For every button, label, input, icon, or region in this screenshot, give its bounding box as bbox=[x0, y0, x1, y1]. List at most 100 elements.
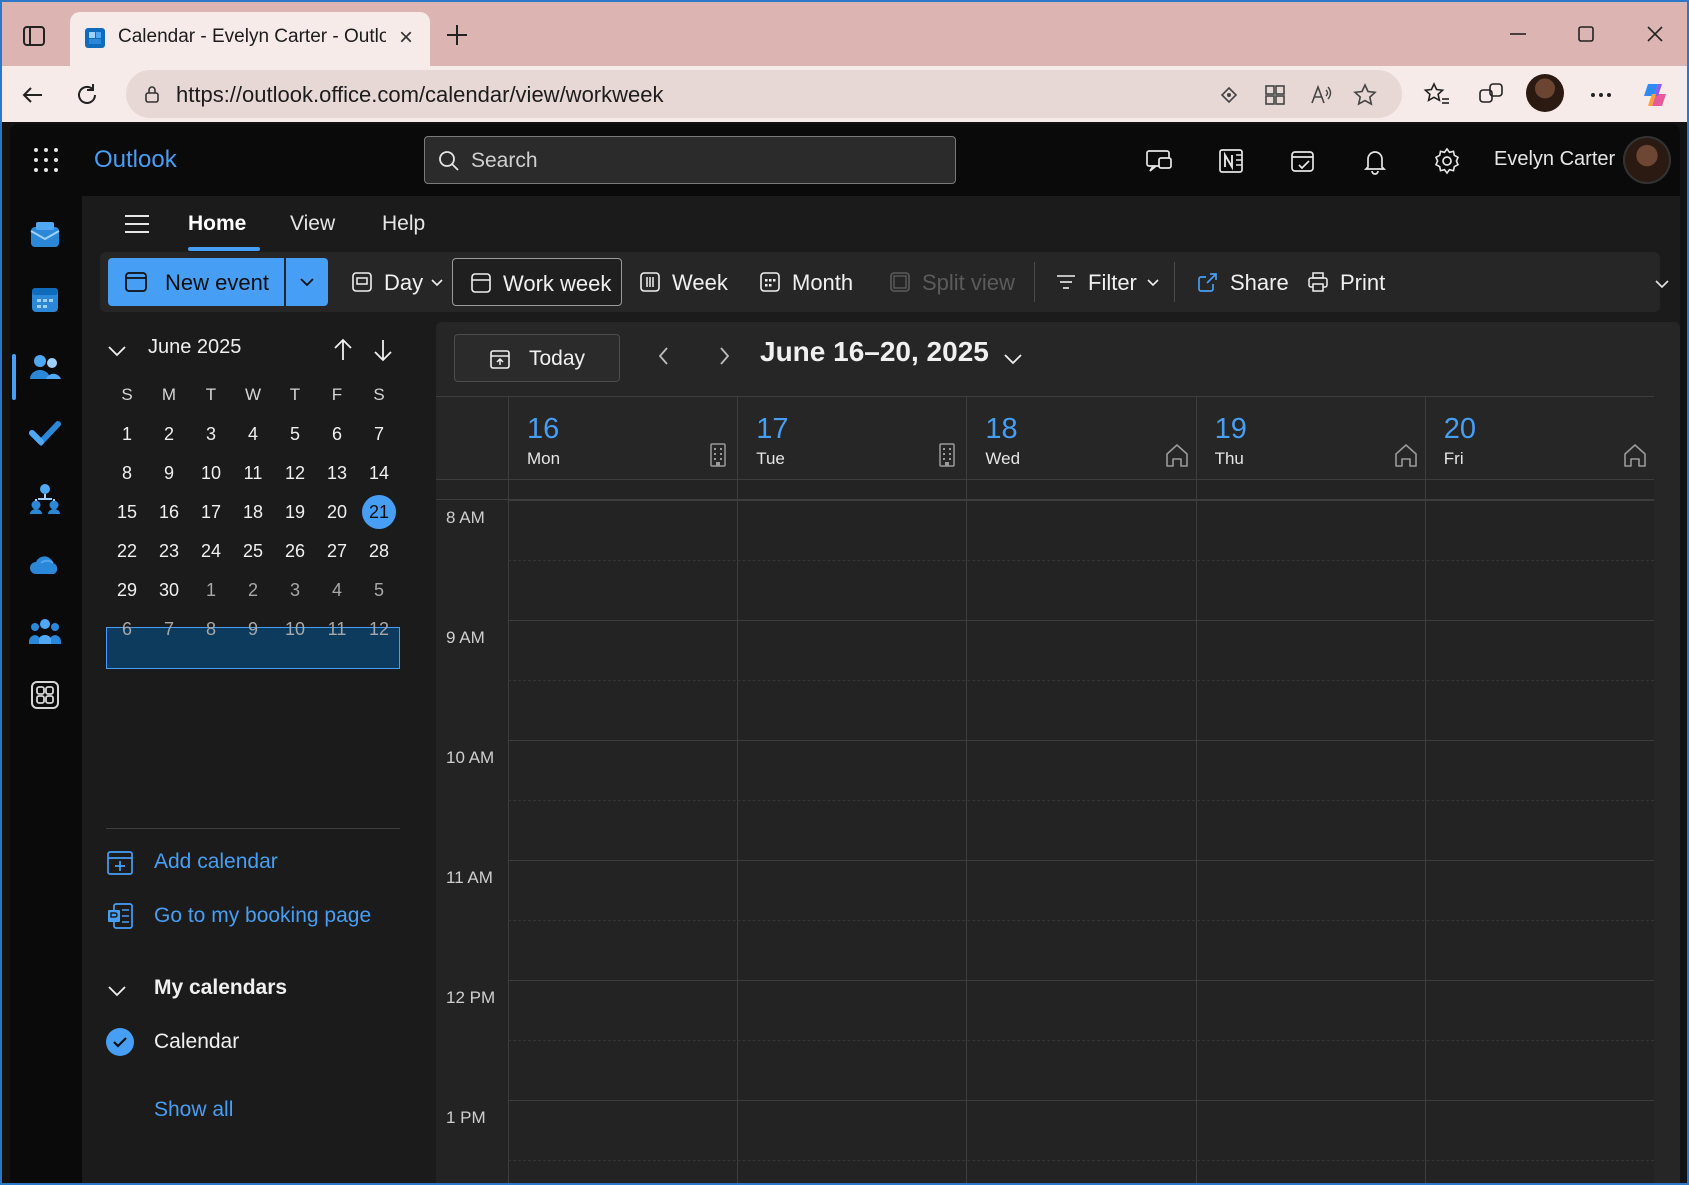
app-launcher-icon[interactable] bbox=[32, 146, 60, 174]
mini-calendar-day[interactable]: 25 bbox=[232, 530, 274, 572]
mini-calendar-day[interactable]: 9 bbox=[148, 452, 190, 494]
read-aloud-icon[interactable] bbox=[1308, 82, 1334, 108]
chevron-down-icon[interactable] bbox=[106, 340, 128, 362]
sidebar-toggle-icon[interactable] bbox=[20, 22, 48, 50]
all-day-strip[interactable] bbox=[436, 480, 1654, 500]
mini-calendar-day[interactable]: 1 bbox=[190, 569, 232, 611]
mini-calendar-day[interactable]: 11 bbox=[316, 608, 358, 650]
mini-calendar-day[interactable]: 6 bbox=[316, 413, 358, 455]
mini-calendar-day[interactable]: 18 bbox=[232, 491, 274, 533]
settings-gear-icon[interactable] bbox=[1432, 146, 1462, 176]
previous-week-chevron-icon[interactable] bbox=[654, 344, 674, 368]
mini-calendar-day[interactable]: 10 bbox=[274, 608, 316, 650]
mini-calendar-day[interactable]: 11 bbox=[232, 452, 274, 494]
mini-calendar-day[interactable]: 14 bbox=[358, 452, 400, 494]
new-event-dropdown[interactable] bbox=[286, 258, 328, 306]
to-do-icon[interactable] bbox=[1288, 146, 1318, 176]
mini-calendar-day[interactable]: 3 bbox=[274, 569, 316, 611]
home-icon[interactable] bbox=[1622, 441, 1648, 469]
day-column-header[interactable]: 18 Wed bbox=[966, 397, 1195, 479]
month-view-button[interactable]: Month bbox=[750, 258, 866, 306]
mini-calendar-today[interactable]: 21 bbox=[358, 491, 400, 533]
mini-calendar-day[interactable]: 26 bbox=[274, 530, 316, 572]
copilot-icon[interactable] bbox=[1640, 80, 1670, 110]
day-column-header[interactable]: 20 Fri bbox=[1424, 397, 1654, 479]
favorites-icon[interactable] bbox=[1422, 80, 1452, 110]
new-tab-icon[interactable] bbox=[440, 18, 474, 52]
app-available-icon[interactable] bbox=[1262, 82, 1288, 108]
tracking-prevention-icon[interactable] bbox=[1216, 82, 1242, 108]
mini-calendar-day[interactable]: 5 bbox=[358, 569, 400, 611]
mini-calendar-title[interactable]: June 2025 bbox=[148, 336, 241, 359]
tab-help[interactable]: Help bbox=[382, 212, 425, 236]
work-week-view-button[interactable]: Work week bbox=[452, 258, 622, 306]
mini-calendar-day[interactable]: 1 bbox=[106, 413, 148, 455]
minimize-icon[interactable] bbox=[1498, 16, 1538, 52]
to-do-check-icon[interactable] bbox=[28, 416, 62, 450]
hamburger-menu-icon[interactable] bbox=[122, 210, 152, 238]
mini-calendar-day[interactable]: 23 bbox=[148, 530, 190, 572]
tab-view[interactable]: View bbox=[290, 212, 335, 236]
mini-calendar-day[interactable]: 8 bbox=[106, 452, 148, 494]
time-grid[interactable]: 8 AM 9 AM 10 AM 11 AM 12 PM 1 PM bbox=[436, 480, 1654, 1183]
mini-calendar-day[interactable]: 24 bbox=[190, 530, 232, 572]
mini-calendar-day[interactable]: 4 bbox=[316, 569, 358, 611]
today-button[interactable]: Today bbox=[454, 334, 620, 382]
mini-calendar-day[interactable]: 5 bbox=[274, 413, 316, 455]
mini-calendar-day[interactable]: 30 bbox=[148, 569, 190, 611]
share-button[interactable]: Share bbox=[1188, 258, 1290, 306]
date-range-title[interactable]: June 16–20, 2025 bbox=[760, 336, 989, 368]
mini-calendar-day[interactable]: 7 bbox=[148, 608, 190, 650]
mini-calendar-day[interactable]: 2 bbox=[148, 413, 190, 455]
chevron-down-icon[interactable] bbox=[1002, 348, 1024, 370]
expand-ribbon-chevron-icon[interactable] bbox=[1652, 274, 1672, 294]
address-bar[interactable]: https://outlook.office.com/calendar/view… bbox=[126, 70, 1402, 118]
org-explorer-icon[interactable] bbox=[28, 482, 62, 516]
mini-calendar-day[interactable]: 22 bbox=[106, 530, 148, 572]
day-view-button[interactable]: Day bbox=[342, 258, 448, 306]
maximize-icon[interactable] bbox=[1566, 16, 1606, 52]
mini-calendar-day[interactable]: 8 bbox=[190, 608, 232, 650]
home-icon[interactable] bbox=[1164, 441, 1190, 469]
mini-calendar-day[interactable]: 12 bbox=[274, 452, 316, 494]
next-week-chevron-icon[interactable] bbox=[714, 344, 734, 368]
mini-calendar-day[interactable]: 3 bbox=[190, 413, 232, 455]
mini-calendar-day[interactable]: 2 bbox=[232, 569, 274, 611]
more-apps-icon[interactable] bbox=[28, 678, 62, 712]
mail-icon[interactable] bbox=[28, 218, 62, 252]
mini-calendar-day[interactable]: 12 bbox=[358, 608, 400, 650]
day-column-header[interactable]: 19 Thu bbox=[1195, 397, 1425, 479]
calendar-icon[interactable] bbox=[28, 282, 62, 316]
checkmark-circle-icon[interactable] bbox=[106, 1028, 134, 1056]
onenote-icon[interactable] bbox=[1216, 146, 1246, 176]
previous-month-arrow-icon[interactable] bbox=[330, 336, 356, 364]
mini-calendar-day[interactable]: 27 bbox=[316, 530, 358, 572]
user-name[interactable]: Evelyn Carter bbox=[1494, 148, 1615, 171]
mini-calendar-day[interactable]: 29 bbox=[106, 569, 148, 611]
mini-calendar-day[interactable]: 7 bbox=[358, 413, 400, 455]
notifications-bell-icon[interactable] bbox=[1360, 146, 1390, 176]
browser-tab[interactable]: Calendar - Evelyn Carter - Outlook × bbox=[70, 12, 430, 66]
onedrive-icon[interactable] bbox=[28, 548, 62, 582]
filter-button[interactable]: Filter bbox=[1046, 258, 1166, 306]
mini-calendar-day[interactable]: 13 bbox=[316, 452, 358, 494]
mini-calendar-day[interactable]: 28 bbox=[358, 530, 400, 572]
mini-calendar-day[interactable]: 4 bbox=[232, 413, 274, 455]
mini-calendar-day[interactable]: 15 bbox=[106, 491, 148, 533]
more-options-icon[interactable] bbox=[1586, 80, 1616, 110]
app-brand[interactable]: Outlook bbox=[94, 146, 177, 174]
close-window-icon[interactable] bbox=[1635, 16, 1675, 52]
day-column-header[interactable]: 17 Tue bbox=[737, 397, 966, 479]
day-column-header[interactable]: 16 Mon bbox=[508, 397, 737, 479]
refresh-icon[interactable] bbox=[70, 78, 104, 112]
meet-now-icon[interactable] bbox=[1144, 146, 1174, 176]
week-view-button[interactable]: Week bbox=[630, 258, 728, 306]
new-event-button[interactable]: New event bbox=[108, 258, 284, 306]
tab-close-icon[interactable]: × bbox=[392, 24, 420, 52]
people-icon[interactable] bbox=[28, 350, 62, 384]
tab-home[interactable]: Home bbox=[188, 212, 246, 236]
teams-groups-icon[interactable] bbox=[28, 614, 62, 648]
browser-profile-avatar[interactable] bbox=[1526, 74, 1564, 112]
print-button[interactable]: Print bbox=[1298, 258, 1398, 306]
back-icon[interactable] bbox=[16, 78, 50, 112]
